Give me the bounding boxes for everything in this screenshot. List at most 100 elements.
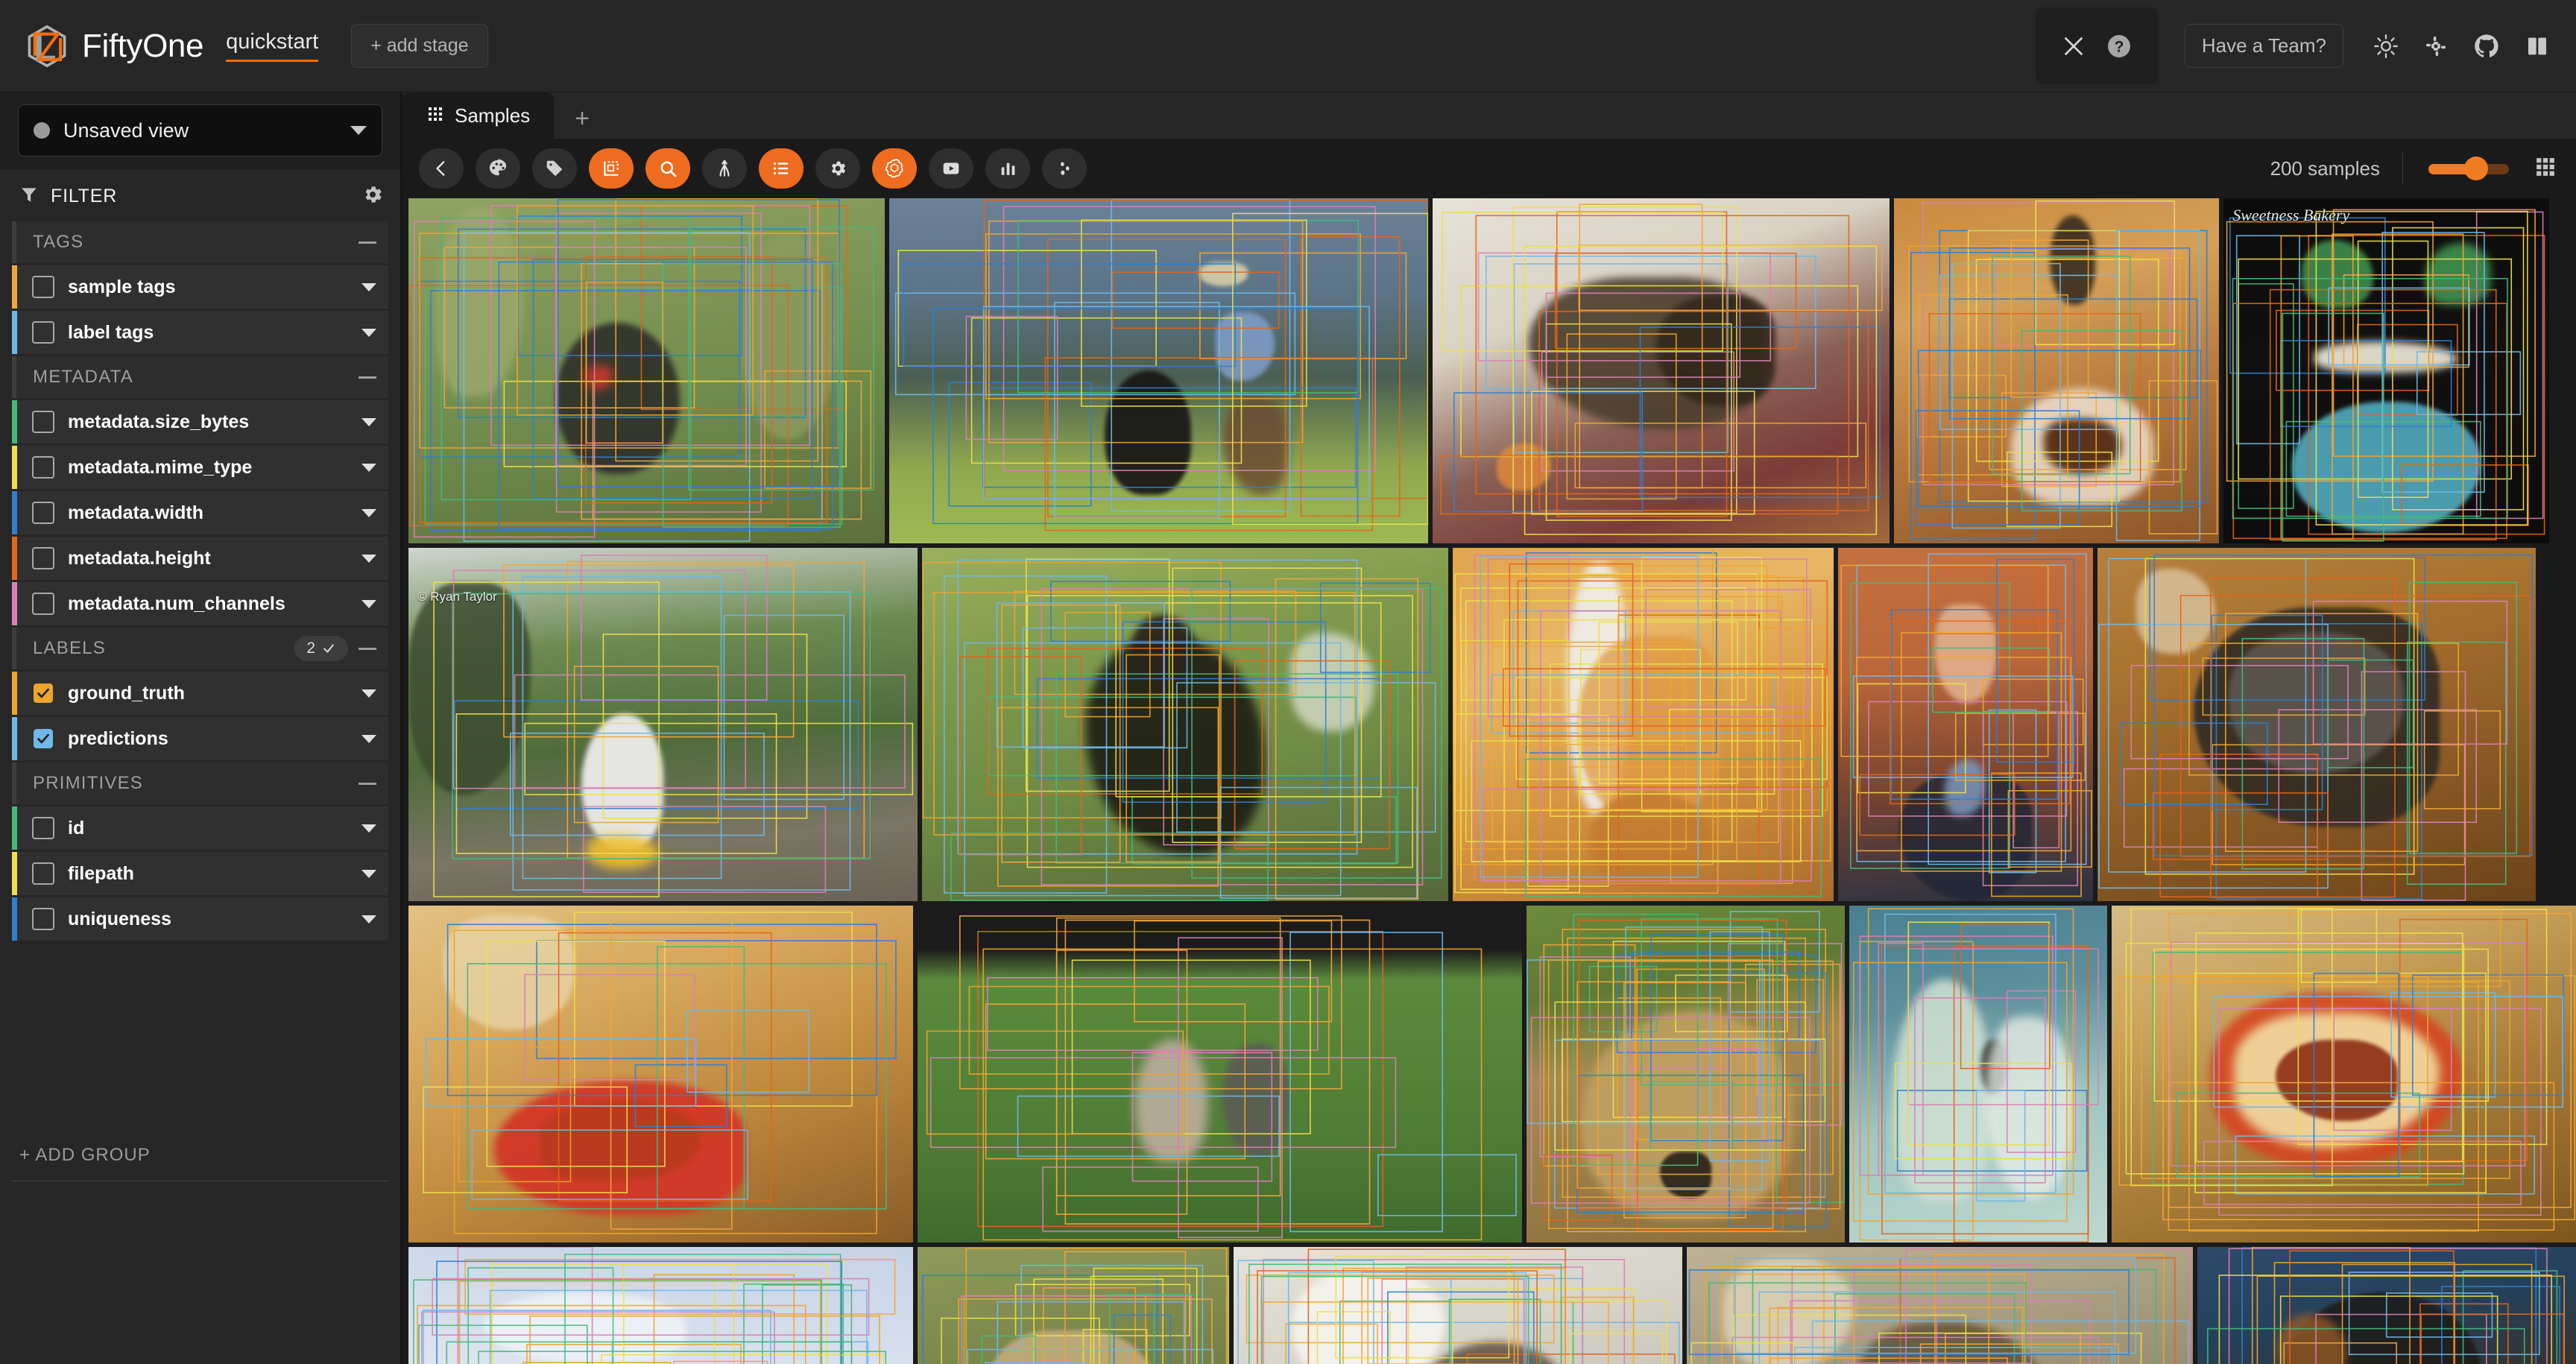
sample-tabby-cat-bowl[interactable] — [2097, 547, 2536, 901]
chevron-down-icon[interactable] — [362, 508, 376, 517]
color-palette-icon[interactable] — [476, 148, 520, 189]
bar-chart-icon[interactable] — [985, 148, 1030, 189]
sample-sky-clouds[interactable] — [408, 1246, 913, 1364]
sidebar-group-labels[interactable]: LABELS 2 — [12, 628, 388, 669]
chevron-down-icon[interactable] — [362, 417, 376, 426]
chevron-down-icon[interactable] — [362, 915, 376, 923]
sample-grid[interactable]: Sweetness Bakery © Ryan Taylor — [402, 198, 2576, 1364]
sidebar-field-filepath[interactable]: filepath — [12, 852, 388, 895]
sample-man-glasses-tie[interactable] — [1837, 547, 2093, 901]
dataset-name[interactable]: quickstart — [226, 30, 319, 62]
collapse-minus-icon[interactable] — [359, 782, 376, 785]
field-checkbox[interactable] — [32, 502, 54, 524]
sidebar-group-metadata[interactable]: METADATA — [12, 356, 388, 398]
sample-table-meal[interactable] — [1893, 198, 2220, 543]
help-icon[interactable]: ? — [2106, 33, 2133, 60]
sidebar-field-metadata-height[interactable]: metadata.height — [12, 537, 388, 580]
gear-icon[interactable] — [362, 183, 384, 209]
sample-birthday-cake[interactable]: Sweetness Bakery — [2223, 198, 2549, 543]
video-player-icon[interactable] — [929, 148, 973, 189]
toolbar-separator — [2402, 153, 2403, 184]
search-icon[interactable] — [645, 148, 690, 189]
field-checkbox[interactable] — [32, 817, 54, 839]
sidebar-field-metadata-width[interactable]: metadata.width — [12, 491, 388, 534]
chevron-down-icon[interactable] — [362, 282, 376, 291]
field-checkbox[interactable] — [32, 321, 54, 344]
grid-scrollbar[interactable] — [2569, 198, 2576, 1364]
field-checkbox[interactable] — [32, 682, 54, 704]
field-checkbox[interactable] — [32, 276, 54, 298]
chevron-down-icon[interactable] — [362, 554, 376, 563]
sort-similarity-icon[interactable] — [702, 148, 747, 189]
sidebar-field-ground-truth[interactable]: ground_truth — [12, 672, 388, 715]
slider-knob[interactable] — [2464, 157, 2488, 180]
sidebar-field-uniqueness[interactable]: uniqueness — [12, 897, 388, 941]
field-checkbox[interactable] — [32, 456, 54, 479]
gear-settings-icon[interactable] — [815, 148, 860, 189]
sample-train-station[interactable]: © Ryan Taylor — [408, 547, 918, 901]
sample-pizza-red-plate[interactable] — [408, 905, 913, 1243]
list-fields-icon[interactable] — [759, 148, 804, 189]
view-selector[interactable]: Unsaved view — [18, 104, 382, 157]
sidebar-group-primitives[interactable]: PRIMITIVES — [12, 762, 388, 804]
field-checkbox[interactable] — [32, 411, 54, 433]
docs-book-icon[interactable] — [2525, 34, 2549, 58]
sample-dog-bernese[interactable] — [2197, 1246, 2576, 1364]
sidebar-field-list[interactable]: TAGS sample tags label tags METADATA metadat… — [0, 221, 400, 1125]
chevron-down-icon[interactable] — [362, 689, 376, 698]
crop-patches-icon[interactable] — [589, 148, 634, 189]
openai-icon[interactable] — [872, 148, 917, 189]
github-icon[interactable] — [2473, 33, 2500, 60]
chevron-down-icon[interactable] — [362, 734, 376, 743]
sample-orange-cat-mirror[interactable] — [1452, 547, 1834, 901]
tab-samples[interactable]: Samples — [402, 92, 555, 139]
sidebar-field-predictions[interactable]: predictions — [12, 717, 388, 760]
field-checkbox[interactable] — [32, 547, 54, 569]
grid-zoom-slider[interactable] — [2428, 157, 2509, 180]
add-group-button[interactable]: + ADD GROUP — [0, 1125, 400, 1181]
collapse-minus-icon[interactable] — [359, 376, 376, 379]
sample-bird-log[interactable] — [1687, 1246, 2193, 1364]
sidebar-field-id[interactable]: id — [12, 806, 388, 850]
grid-layout-icon[interactable] — [2534, 156, 2557, 182]
fiftyone-logo-icon[interactable] — [25, 25, 69, 68]
field-label: ground_truth — [68, 682, 185, 704]
back-chevron-icon[interactable] — [419, 148, 464, 189]
add-stage-button[interactable]: + add stage — [351, 24, 488, 68]
add-tab-button[interactable]: + — [554, 98, 610, 139]
field-checkbox[interactable] — [32, 727, 54, 750]
chevron-down-icon[interactable] — [362, 328, 376, 337]
sidebar-field-metadata-mime-type[interactable]: metadata.mime_type — [12, 446, 388, 489]
sun-theme-icon[interactable] — [2373, 34, 2399, 59]
sample-cowboy-horse[interactable] — [889, 198, 1429, 543]
close-icon[interactable] — [2061, 34, 2086, 59]
field-checkbox[interactable] — [32, 862, 54, 885]
collapse-minus-icon[interactable] — [359, 241, 376, 244]
field-checkbox[interactable] — [32, 908, 54, 930]
field-checkbox[interactable] — [32, 593, 54, 615]
sidebar-field-metadata-num-channels[interactable]: metadata.num_channels — [12, 582, 388, 625]
chevron-down-icon[interactable] — [362, 824, 376, 833]
collapse-minus-icon[interactable] — [359, 647, 376, 650]
sidebar-field-label-tags[interactable]: label tags — [12, 311, 388, 354]
sample-two-cats-rug[interactable] — [1433, 198, 1890, 543]
chevron-down-icon[interactable] — [362, 599, 376, 608]
chevron-down-icon[interactable] — [362, 869, 376, 878]
scatter-points-icon[interactable] — [1042, 148, 1087, 189]
sample-bear-grass[interactable] — [917, 1246, 1230, 1364]
sample-cat-window[interactable] — [1234, 1246, 1683, 1364]
sample-rooster[interactable] — [408, 198, 886, 543]
have-a-team-button[interactable]: Have a Team? — [2184, 24, 2343, 68]
sample-bear-closeup[interactable] — [1526, 905, 1846, 1243]
sidebar-group-tags[interactable]: TAGS — [12, 221, 388, 263]
tag-icon[interactable] — [532, 148, 577, 189]
chevron-down-icon[interactable] — [362, 463, 376, 472]
sample-two-dogs-grass[interactable] — [917, 905, 1522, 1243]
sidebar-field-sample-tags[interactable]: sample tags — [12, 265, 388, 309]
chevron-down-icon[interactable] — [350, 126, 367, 135]
sidebar-field-metadata-size-bytes[interactable]: metadata.size_bytes — [12, 400, 388, 443]
sample-teddy-bears[interactable] — [1849, 905, 2108, 1243]
sample-pizza-slice[interactable] — [2112, 905, 2576, 1243]
sample-ox-field[interactable] — [922, 547, 1448, 901]
slack-icon[interactable] — [2424, 34, 2448, 58]
